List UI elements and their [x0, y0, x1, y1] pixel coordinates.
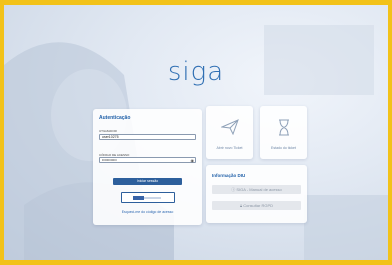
username-input[interactable]: user10275: [99, 134, 196, 140]
new-ticket-label: Abrir novo Ticket: [216, 146, 243, 150]
rgpd-button[interactable]: 🔒︎ Consultar RGPD: [212, 201, 301, 210]
auth-title: Autenticação: [99, 115, 131, 121]
outer-frame: siga Autenticação UTILIZADOR user10275 C…: [0, 0, 392, 265]
gov-auth-button[interactable]: [121, 192, 175, 203]
password-input[interactable]: •••••••••••• ◉: [99, 157, 196, 163]
new-ticket-tile[interactable]: Abrir novo Ticket: [206, 106, 253, 159]
manual-label: SIGA - Manual de acesso: [236, 187, 282, 192]
siga-logo: siga: [167, 57, 225, 87]
info-panel: Informação DIU ⓘ SIGA - Manual de acesso…: [206, 165, 307, 223]
gov-auth-logo-icon: [133, 195, 144, 200]
info-title: Informação DIU: [212, 173, 246, 178]
rgpd-label: Consultar RGPD: [243, 203, 274, 208]
gov-auth-text-bar: [144, 196, 161, 199]
username-label: UTILIZADOR: [99, 129, 117, 133]
eye-icon[interactable]: ◉: [191, 158, 195, 163]
forgot-code-link[interactable]: Esqueci-me do código de acesso: [93, 210, 202, 214]
login-button[interactable]: Iniciar sessão: [113, 178, 182, 185]
ticket-status-label: Estado do ticket: [271, 146, 296, 150]
authentication-panel: Autenticação UTILIZADOR user10275 CÓDIGO…: [93, 109, 202, 225]
login-screen: siga Autenticação UTILIZADOR user10275 C…: [4, 5, 388, 260]
ticket-status-tile[interactable]: Estado do ticket: [260, 106, 307, 159]
paper-plane-icon: [206, 119, 253, 138]
manual-button[interactable]: ⓘ SIGA - Manual de acesso: [212, 185, 301, 194]
hourglass-icon: [260, 119, 307, 139]
password-value: ••••••••••••: [102, 158, 117, 162]
